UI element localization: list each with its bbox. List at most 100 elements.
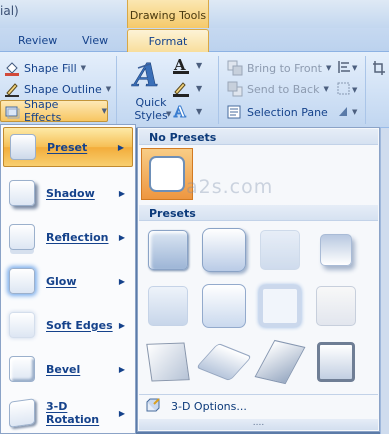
bring-to-front-button[interactable]: Bring to Front ▼	[227, 58, 331, 78]
svg-text:▼: ▼	[196, 61, 203, 70]
shape-fill-button[interactable]: Shape Fill ▼	[4, 58, 86, 78]
preset-2[interactable]	[198, 224, 250, 276]
quick-styles-icon[interactable]: A	[130, 54, 170, 95]
preset-shape-icon	[254, 339, 306, 385]
shape-effects-menu: Preset ▶ Shadow ▶ Reflection ▶ Glow ▶ So…	[0, 124, 136, 434]
preset-6[interactable]	[198, 280, 250, 332]
menu-item-label: Glow	[46, 274, 77, 288]
text-outline-icon[interactable]: ▼	[172, 79, 206, 102]
soft-edges-thumb-icon	[9, 312, 35, 338]
menu-item-preset[interactable]: Preset ▶	[3, 127, 133, 167]
selection-pane-label: Selection Pane	[247, 105, 328, 119]
quick-styles-label[interactable]: Quick Styles	[131, 96, 171, 122]
shape-effects-content: Shape Effects ▼	[4, 98, 107, 124]
tab-format[interactable]: Format	[127, 29, 209, 53]
group-objects-icon[interactable]: ▼	[337, 82, 359, 99]
preset-shape-icon	[146, 342, 190, 382]
preset-3[interactable]	[254, 224, 306, 276]
chevron-down-icon: ▼	[101, 107, 107, 115]
send-to-back-label: Send to Back	[247, 82, 320, 96]
glow-thumb-icon	[9, 268, 35, 294]
menu-item-label: Reflection	[46, 230, 109, 244]
svg-text:▼: ▼	[352, 64, 358, 72]
preset-12[interactable]	[310, 336, 362, 388]
no-preset-shape-icon	[149, 156, 185, 192]
crop-icon[interactable]	[372, 60, 386, 79]
menu-item-label: Shadow	[46, 186, 95, 200]
svg-text:▼: ▼	[352, 86, 358, 94]
group-divider	[116, 56, 117, 124]
send-to-back-icon	[227, 81, 243, 97]
chevron-right-icon: ▶	[118, 232, 125, 242]
preset-11[interactable]	[254, 336, 306, 388]
preset-7[interactable]	[254, 280, 306, 332]
watermark: a2s.com	[186, 176, 274, 198]
bring-to-front-label: Bring to Front	[247, 61, 322, 75]
preset-shape-icon	[148, 230, 188, 270]
chevron-right-icon: ▶	[118, 364, 125, 374]
group-divider	[365, 56, 366, 124]
preset-10[interactable]	[195, 336, 253, 388]
window-title: ial)	[0, 4, 19, 18]
menu-item-soft-edges[interactable]: Soft Edges ▶	[3, 305, 133, 345]
preset-shape-icon	[202, 228, 246, 272]
svg-text:A: A	[173, 103, 186, 121]
menu-item-bevel[interactable]: Bevel ▶	[3, 349, 133, 389]
rotate-icon[interactable]: ▼	[337, 104, 359, 121]
tab-view[interactable]: View	[82, 34, 108, 47]
menu-item-label: Bevel	[46, 362, 81, 376]
preset-shape-icon	[195, 342, 253, 382]
preset-thumb-icon	[10, 134, 36, 160]
ribbon: Shape Fill ▼ Shape Outline ▼ Shape Effec…	[0, 52, 389, 128]
shape-outline-button[interactable]: Shape Outline ▼	[4, 79, 111, 99]
svg-text:A: A	[131, 56, 159, 94]
preset-gallery-submenu: No Presets Presets 3-D Options... ....	[137, 127, 380, 432]
shape-effects-label: Shape Effects	[24, 98, 62, 124]
resize-grip[interactable]: ....	[139, 419, 378, 430]
chevron-down-icon: ▼	[325, 64, 332, 72]
menu-item-reflection[interactable]: Reflection ▶	[3, 217, 133, 257]
chevron-right-icon: ▶	[118, 276, 125, 286]
shape-fill-label: Shape Fill	[24, 61, 77, 75]
preset-8[interactable]	[310, 280, 362, 332]
selection-pane-button[interactable]: Selection Pane	[227, 102, 328, 122]
preset-shape-icon	[317, 342, 355, 382]
send-to-back-button[interactable]: Send to Back ▼	[227, 79, 329, 99]
chevron-right-icon: ▶	[118, 188, 125, 198]
preset-5[interactable]	[142, 280, 194, 332]
menu-item-3d-rotation[interactable]: 3-D Rotation ▶	[3, 393, 133, 433]
tab-review[interactable]: Review	[18, 34, 57, 47]
chevron-right-icon: ▶	[117, 142, 124, 152]
preset-shape-icon	[316, 286, 356, 326]
shape-effects-button[interactable]: Shape Effects ▼	[0, 98, 108, 124]
text-fill-icon[interactable]: A ▼	[172, 56, 206, 79]
preset-shape-icon	[260, 230, 300, 270]
paint-bucket-icon	[4, 60, 20, 76]
chevron-right-icon: ▶	[118, 408, 125, 418]
chevron-right-icon: ▶	[118, 320, 125, 330]
shadow-thumb-icon	[9, 180, 35, 206]
preset-4[interactable]	[310, 224, 362, 276]
menu-item-shadow[interactable]: Shadow ▶	[3, 173, 133, 213]
3d-options-icon	[145, 397, 161, 416]
preset-1[interactable]	[142, 224, 194, 276]
chevron-down-icon: ▼	[80, 64, 87, 72]
menu-item-glow[interactable]: Glow ▶	[3, 261, 133, 301]
shape-outline-label: Shape Outline	[24, 82, 102, 96]
text-effects-icon[interactable]: A ▼	[172, 102, 206, 125]
chevron-down-icon: ▼	[166, 110, 172, 118]
3d-options-menu-item[interactable]: 3-D Options...	[139, 394, 378, 418]
align-icon[interactable]: ▼	[337, 60, 359, 77]
pencil-icon	[4, 81, 20, 97]
document-scrollbar[interactable]	[380, 128, 389, 434]
preset-shape-icon	[202, 284, 246, 328]
chevron-down-icon: ▼	[323, 85, 329, 93]
drawing-tools-context-header: Drawing Tools	[127, 0, 209, 28]
preset-9[interactable]	[142, 336, 194, 388]
preset-shape-icon	[320, 234, 352, 266]
3d-options-label: 3-D Options...	[171, 400, 247, 413]
selection-pane-icon	[227, 104, 243, 120]
chevron-down-icon: ▼	[105, 85, 112, 93]
menu-item-label: 3-D Rotation	[46, 400, 100, 426]
preset-shape-icon	[259, 285, 301, 327]
